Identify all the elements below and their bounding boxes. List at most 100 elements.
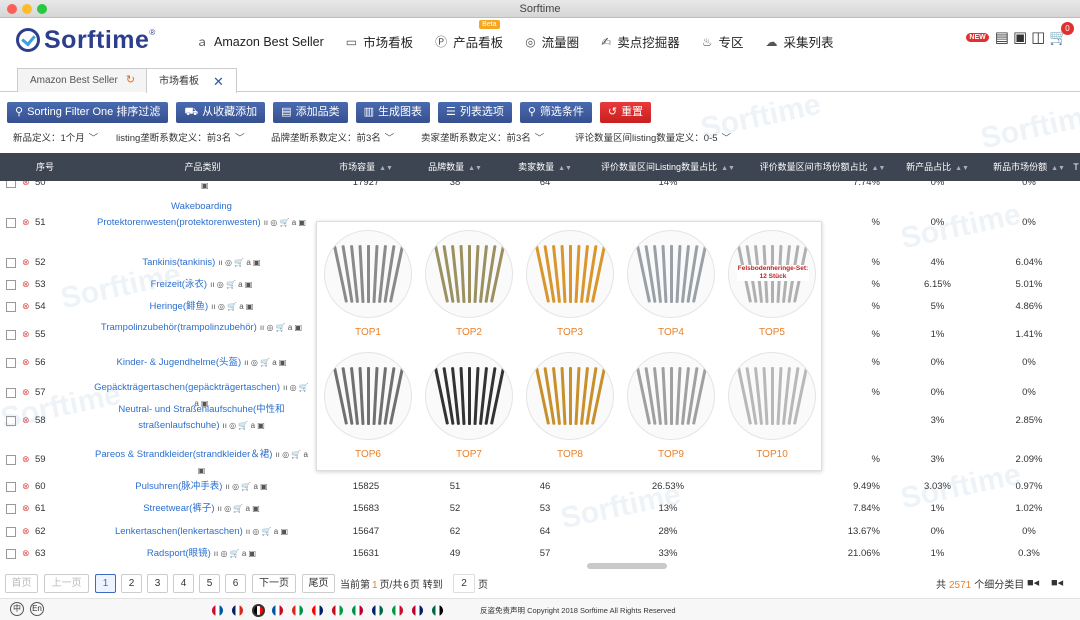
row-remove-icon[interactable]: ⊗ (22, 257, 30, 268)
row-checkbox[interactable] (6, 218, 16, 228)
close-window-button[interactable] (7, 4, 17, 14)
nav-collect-list[interactable]: ☁ 采集列表 (766, 32, 834, 51)
minimize-window-button[interactable] (22, 4, 32, 14)
refresh-icon[interactable]: ↻ (126, 69, 135, 92)
category-tools-icon[interactable]: ıı ◎ 🛒 a ▣ (225, 482, 267, 491)
country-flag-icon[interactable] (372, 605, 383, 616)
top-product-1[interactable]: TOP1 (323, 230, 413, 338)
page-2-button[interactable]: 2 (121, 574, 142, 593)
country-flag-icon[interactable] (212, 605, 223, 616)
row-checkbox[interactable] (6, 388, 16, 398)
page-5-button[interactable]: 5 (199, 574, 220, 593)
row-checkbox[interactable] (6, 330, 16, 340)
top-product-10[interactable]: TOP10 (727, 352, 817, 460)
nav-product-board[interactable]: Ⓟ 产品看板 Beta (435, 20, 503, 51)
col-new-share[interactable]: 新品市场份额 ▲▼ (993, 153, 1065, 181)
category-link[interactable]: Trampolinzubehör(trampolinzubehör) (101, 322, 257, 333)
video-icon[interactable]: ■◂ (1027, 576, 1039, 589)
product-image[interactable]: Felsbodenheringe-Set: 12 Stück (728, 230, 816, 318)
category-link[interactable]: Tankinis(tankinis) (142, 257, 215, 268)
row-remove-icon[interactable]: ⊗ (22, 415, 30, 426)
filter-review-range[interactable]: 评论数量区间listing数量定义：0-5 ﹀ (575, 130, 731, 144)
category-link[interactable]: Radsport(眼镜) (147, 548, 211, 559)
country-flag-icon[interactable] (312, 605, 323, 616)
last-page-button[interactable]: 尾页 (302, 574, 335, 593)
category-tools-icon[interactable]: ıı ◎ 🛒 a ▣ (210, 280, 252, 289)
row-remove-icon[interactable]: ⊗ (22, 329, 30, 340)
col-market-ratio[interactable]: 评价数量区间市场份额占比 ▲▼ (755, 153, 890, 181)
country-flag-icon[interactable] (432, 605, 443, 616)
language-english-button[interactable]: En (30, 602, 44, 616)
row-remove-icon[interactable]: ⊗ (22, 301, 30, 312)
video-icon[interactable]: ■◂ (1051, 576, 1063, 589)
row-checkbox[interactable] (6, 358, 16, 368)
col-brands[interactable]: 品牌数量 ▲▼ (425, 153, 485, 181)
close-tab-icon[interactable]: ✕ (213, 70, 224, 93)
row-checkbox[interactable] (6, 258, 16, 268)
category-link[interactable]: Gepäckträgertaschen(gepäckträgertaschen) (94, 382, 280, 393)
nav-zone[interactable]: ♨ 专区 (702, 32, 744, 51)
country-flag-icon[interactable] (332, 605, 343, 616)
product-image[interactable] (728, 352, 816, 440)
row-checkbox[interactable] (6, 280, 16, 290)
country-flag-icon[interactable] (252, 604, 265, 617)
cart-icon[interactable]: 🛒 0 (1049, 22, 1074, 46)
country-flag-icon[interactable] (292, 605, 303, 616)
top-product-4[interactable]: TOP4 (626, 230, 716, 338)
row-checkbox[interactable] (6, 482, 16, 492)
category-link[interactable]: Pulsuhren(脉冲手表) (135, 481, 222, 492)
top-product-9[interactable]: TOP9 (626, 352, 716, 460)
row-remove-icon[interactable]: ⊗ (22, 387, 30, 398)
page-3-button[interactable]: 3 (147, 574, 168, 593)
reset-button[interactable]: ↺ 重置 (599, 102, 652, 123)
row-checkbox[interactable] (6, 527, 16, 537)
top-product-3[interactable]: TOP3 (525, 230, 615, 338)
category-tools-icon[interactable]: ıı ◎ 🛒 a ▣ (244, 358, 286, 367)
goto-page-input[interactable]: 2 (453, 574, 475, 593)
col-new-ratio[interactable]: 新产品占比 ▲▼ (905, 153, 970, 181)
row-remove-icon[interactable]: ⊗ (22, 503, 30, 514)
category-tools-icon[interactable]: ıı ◎ 🛒 a ▣ (211, 302, 253, 311)
top-product-2[interactable]: TOP2 (424, 230, 514, 338)
category-tools-icon[interactable]: ıı ◎ 🛒 a ▣ (223, 421, 265, 430)
nav-amazon-best-seller[interactable]: ａ Amazon Best Seller (196, 32, 324, 51)
country-flag-icon[interactable] (412, 605, 423, 616)
category-link[interactable]: Lenkertaschen(lenkertaschen) (115, 526, 243, 537)
row-checkbox[interactable] (6, 504, 16, 514)
row-checkbox[interactable] (6, 302, 16, 312)
row-remove-icon[interactable]: ⊗ (22, 217, 30, 228)
add-category-button[interactable]: ▤ 添加品类 (273, 102, 348, 123)
category-tools-icon[interactable]: ıı ◎ 🛒 a ▣ (214, 549, 256, 558)
generate-chart-button[interactable]: ▥ 生成图表 (355, 102, 430, 123)
filter-brand-monopoly[interactable]: 品牌垄断系数定义：前3名 ﹀ (271, 130, 394, 144)
page-6-button[interactable]: 6 (225, 574, 246, 593)
monitor-icon[interactable]: ▣ (1013, 28, 1027, 46)
country-flag-icon[interactable] (232, 605, 243, 616)
filter-listing-monopoly[interactable]: listing垄断系数定义：前3名 ﹀ (116, 130, 245, 144)
list-options-button[interactable]: ☰ 列表选项 (437, 102, 512, 123)
page-4-button[interactable]: 4 (173, 574, 194, 593)
row-checkbox[interactable] (6, 416, 16, 426)
top-product-8[interactable]: TOP8 (525, 352, 615, 460)
category-link[interactable]: Pareos & Strandkleider(strandkleider＆裙) (95, 449, 272, 460)
row-remove-icon[interactable]: ⊗ (22, 357, 30, 368)
tv-icon[interactable]: ◫ (1031, 28, 1045, 46)
category-link[interactable]: Wakeboarding Protektorenwesten(protektor… (97, 201, 261, 228)
top-product-7[interactable]: TOP7 (424, 352, 514, 460)
row-checkbox[interactable] (6, 455, 16, 465)
product-image[interactable] (627, 230, 715, 318)
category-tools-icon[interactable]: ıı ◎ 🛒 a ▣ (260, 323, 302, 332)
logo[interactable]: Sorftime ® (16, 24, 155, 56)
row-remove-icon[interactable]: ⊗ (22, 454, 30, 465)
prev-page-button[interactable]: 上一页 (44, 574, 89, 593)
category-link[interactable]: Kinder- & Jugendhelme(头盔) (117, 357, 242, 368)
product-image[interactable] (526, 352, 614, 440)
category-link[interactable]: Streetwear(裤子) (143, 503, 214, 514)
filter-seller-monopoly[interactable]: 卖家垄断系数定义：前3名 ﹀ (421, 130, 544, 144)
tab-market-board[interactable]: 市场看板 ✕ (146, 68, 237, 93)
language-chinese-button[interactable]: 中 (10, 602, 24, 616)
page-1-button[interactable]: 1 (95, 574, 116, 593)
category-tools-icon[interactable]: ıı ◎ 🛒 a ▣ (246, 527, 288, 536)
product-image[interactable] (324, 230, 412, 318)
row-remove-icon[interactable]: ⊗ (22, 548, 30, 559)
